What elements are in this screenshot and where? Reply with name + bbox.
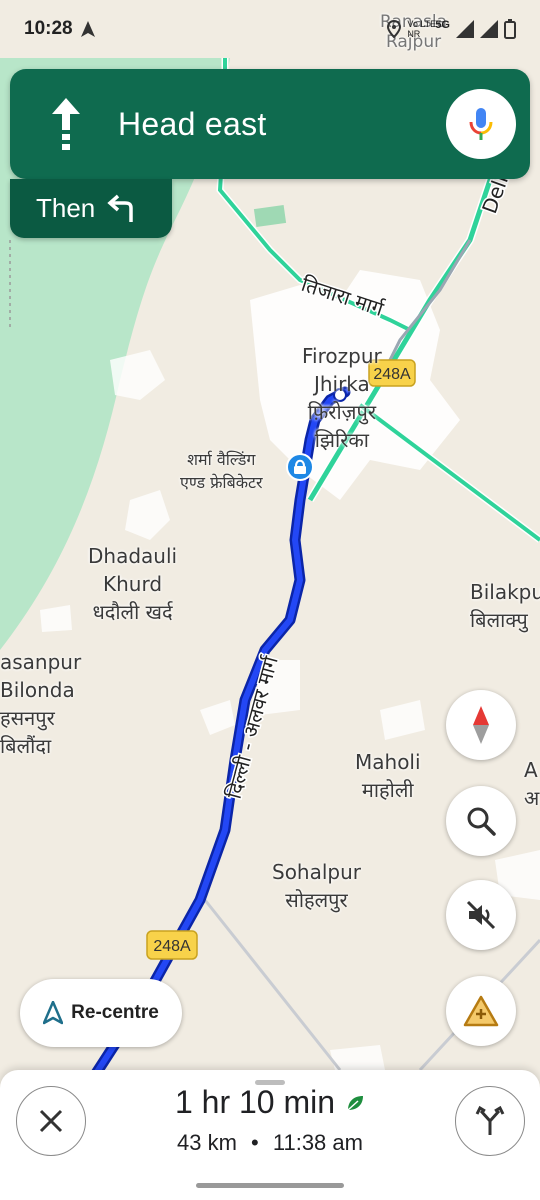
distance-text: 43 km [177,1130,237,1155]
place-label: Maholi माहोली [355,750,421,802]
place-label: Firozpur Jhirka फ़िरोज़पुर झिरिका [302,344,382,452]
place-label: शर्मा वैल्डिंग एण्ड फ्रेबिकेटर [180,450,263,492]
signal-icon [456,20,474,38]
report-incident-icon [463,995,499,1027]
compass-icon [473,706,489,744]
carrier-label: Vo LTE NR [407,19,437,39]
location-icon [387,20,402,38]
instruction-text: Head east [118,105,267,142]
status-bar: 10:28 Vo LTE NR 5G [0,0,540,58]
duration-text: 1 hr 10 min [174,1084,336,1120]
mic-icon [469,108,493,140]
signal-icon [480,20,498,38]
highway-badge: 248A [146,930,198,960]
location-arrow-icon [80,21,95,37]
gesture-bar[interactable] [196,1183,344,1188]
search-along-route-button[interactable] [446,786,516,856]
navigation-instruction-card[interactable]: Head east [10,69,530,179]
status-time: 10:28 [24,18,95,40]
straight-arrow-icon [46,94,86,154]
then-label: Then [36,193,96,223]
svg-text:248A: 248A [153,938,191,955]
place-label: Sohalpur सोहलपुर [272,860,362,912]
trip-summary-sheet[interactable]: 1 hr 10 min 43 km • 11:38 am [0,1070,540,1200]
status-icons: Vo LTE NR 5G [387,19,516,39]
report-incident-button[interactable] [446,976,516,1046]
battery-icon [504,19,516,39]
alternate-routes-icon [475,1105,505,1135]
separator: • [251,1130,259,1155]
place-label: Bilakpu बिलाक्पु [470,580,540,632]
then-card[interactable]: Then [10,179,172,238]
network-label: 5G [435,19,450,31]
recenter-label: Re-centre [71,1002,159,1023]
alternate-routes-button[interactable] [455,1086,525,1156]
shop-pin-icon[interactable] [286,453,314,481]
volume-off-icon [466,900,496,930]
compass-button[interactable] [446,690,516,760]
recenter-button[interactable]: Re-centre [20,979,182,1047]
turn-left-icon [107,194,134,222]
clock: 10:28 [24,18,73,39]
arrival-time: 11:38 am [272,1130,363,1155]
navigation-arrow-icon [43,1001,64,1025]
voice-search-button[interactable] [446,89,516,159]
mute-button[interactable] [446,880,516,950]
place-label: A अ [524,758,540,810]
leaf-icon [347,1095,364,1111]
place-label: Dhadauli Khurd धदौली खर्द [88,544,178,624]
search-icon [467,807,496,836]
place-label: asanpur Bilonda हसनपुर बिलौंदा [0,650,82,758]
